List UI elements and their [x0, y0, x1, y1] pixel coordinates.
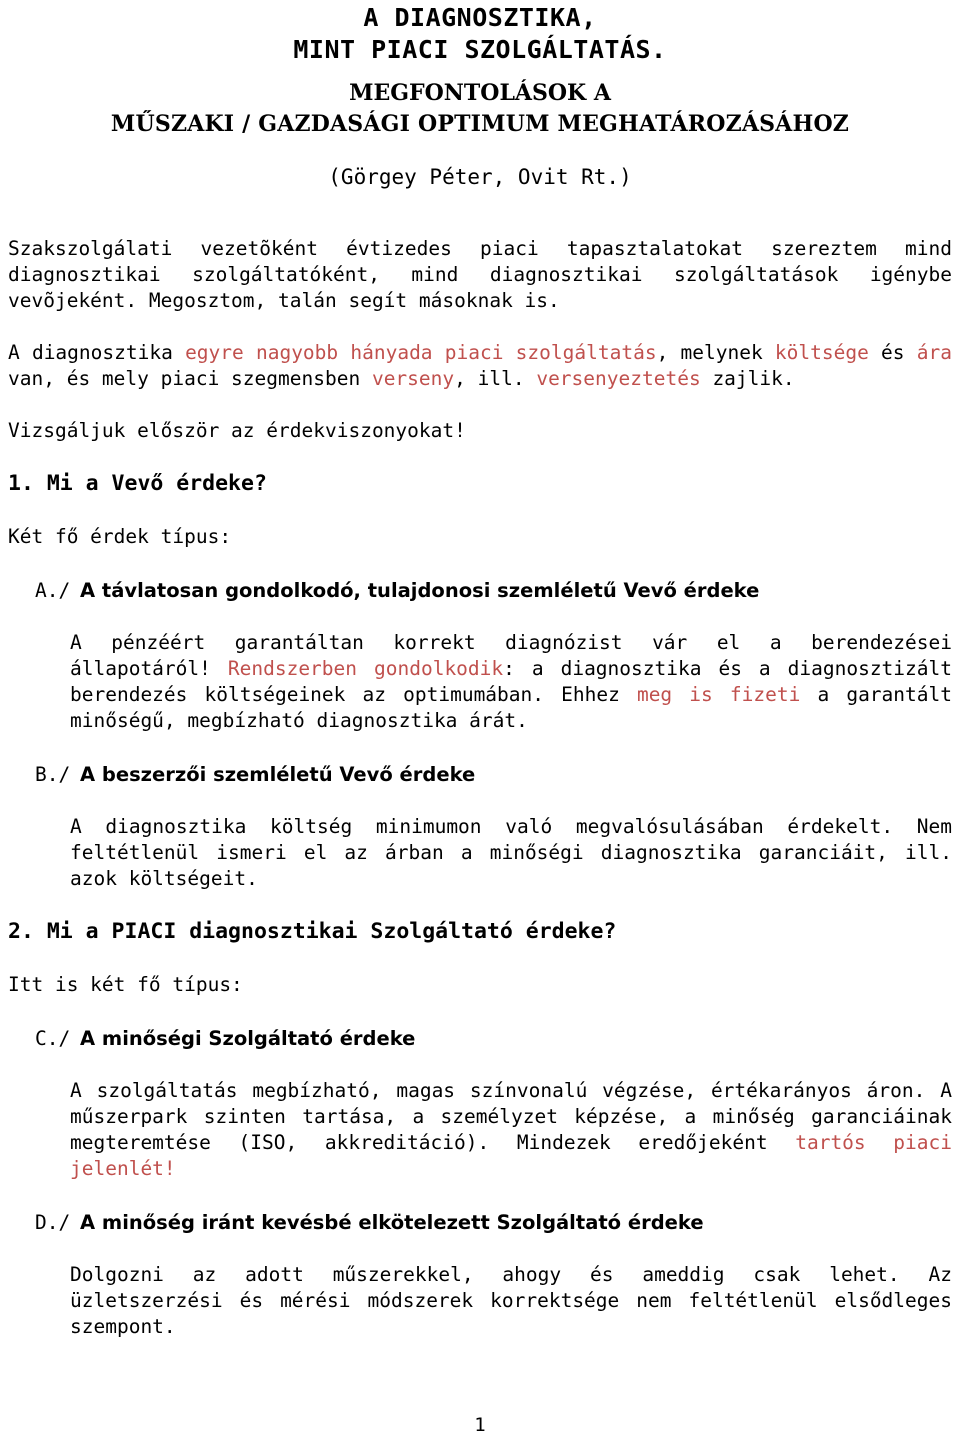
document-page: A DIAGNOSZTIKA, MINT PIACI SZOLGÁLTATÁS.…	[0, 0, 960, 1450]
lettered-heading-c: C./ A minőségi Szolgáltató érdeke	[8, 1026, 952, 1052]
text-segment: A diagnosztika	[8, 341, 186, 364]
highlight-rendszerben-gondolkodik: Rendszerben gondolkodik	[227, 657, 504, 680]
section-1-lead-in: Két fő érdek típus:	[8, 525, 232, 548]
item-marker-a: A./	[35, 579, 71, 602]
intro-paragraph-3: Vizsgáljuk először az érdekviszonyokat!	[8, 419, 466, 442]
intro-paragraph-2: A diagnosztika egyre nagyobb hányada pia…	[8, 340, 952, 392]
highlight-ara: ára	[916, 341, 952, 364]
lettered-heading-d: D./ A minőség iránt kevésbé elkötelezett…	[8, 1210, 952, 1236]
item-heading-b: A beszerzői szemléletű Vevő érdeke	[80, 763, 476, 786]
text-segment: zajlik.	[700, 367, 795, 390]
item-marker-c: C./	[35, 1027, 71, 1050]
text-segment: , ill.	[454, 367, 537, 390]
section-2-lead-in: Itt is két fő típus:	[8, 973, 243, 996]
highlight-verseny: verseny	[371, 367, 455, 390]
item-body-b: A diagnosztika költség minimumon való me…	[70, 815, 952, 890]
section-heading-1: 1. Mi a Vevő érdeke?	[8, 471, 267, 496]
title-line-1: A DIAGNOSZTIKA,	[363, 3, 597, 32]
title-line-3: MEGFONTOLÁSOK A	[349, 80, 611, 106]
highlight-koltsege: költsége	[774, 341, 869, 364]
lettered-heading-a: A./ A távlatosan gondolkodó, tulajdonosi…	[8, 578, 952, 604]
item-body-a: A pénzéért garantáltan korrekt diagnózis…	[70, 630, 952, 734]
item-heading-a: A távlatosan gondolkodó, tulajdonosi sze…	[80, 579, 760, 602]
text-segment: van, és mely piaci szegmensben	[8, 367, 372, 390]
title-spacer	[8, 66, 952, 78]
document-title-block: A DIAGNOSZTIKA, MINT PIACI SZOLGÁLTATÁS.…	[8, 0, 952, 192]
text-segment: és	[868, 341, 917, 364]
item-body-d: Dolgozni az adott műszerekkel, ahogy és …	[70, 1263, 952, 1338]
highlight-piaci-szolgaltatas: egyre nagyobb hányada piaci szolgáltatás	[185, 341, 657, 364]
text-segment: , melynek	[656, 341, 775, 364]
item-heading-c: A minőségi Szolgáltató érdeke	[80, 1027, 416, 1050]
author-line: (Görgey Péter, Ovit Rt.)	[328, 165, 632, 189]
section-heading-2: 2. Mi a PIACI diagnosztikai Szolgáltató …	[8, 919, 617, 944]
item-heading-d: A minőség iránt kevésbé elkötelezett Szo…	[80, 1211, 704, 1234]
item-marker-d: D./	[35, 1211, 71, 1234]
intro-paragraph-1: Szakszolgálati vezetõként évtizedes piac…	[8, 237, 952, 312]
item-marker-b: B./	[35, 763, 71, 786]
highlight-versenyeztetes: versenyeztetés	[536, 367, 701, 390]
title-line-4: MŰSZAKI / GAZDASÁGI OPTIMUM MEGHATÁROZÁS…	[110, 111, 850, 137]
item-body-c: A szolgáltatás megbízható, magas színvon…	[70, 1078, 952, 1182]
lettered-heading-b: B./ A beszerzői szemléletű Vevő érdeke	[8, 762, 952, 788]
title-line-2: MINT PIACI SZOLGÁLTATÁS.	[293, 35, 667, 64]
page-number: 1	[474, 1414, 486, 1436]
highlight-meg-is-fizeti: meg is fizeti	[636, 683, 801, 706]
document-body: Szakszolgálati vezetõként évtizedes piac…	[8, 236, 952, 1340]
